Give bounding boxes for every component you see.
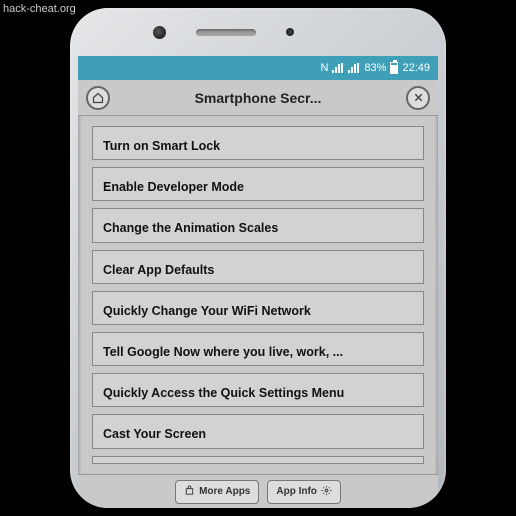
list-item[interactable]: Clear App Defaults xyxy=(92,250,424,284)
app-header: Smartphone Secr... xyxy=(78,80,438,116)
phone-top-hardware xyxy=(70,8,446,56)
gear-icon xyxy=(321,485,332,499)
phone-frame: N 83% 22:49 Smartphone Secr... Turn on S… xyxy=(70,8,446,508)
list-item[interactable]: Change the Animation Scales xyxy=(92,208,424,242)
close-icon xyxy=(413,92,424,103)
page-title: Smartphone Secr... xyxy=(118,90,398,106)
home-icon xyxy=(92,92,104,104)
front-camera xyxy=(153,26,166,39)
app-info-button[interactable]: App Info xyxy=(267,480,341,504)
app-info-label: App Info xyxy=(276,486,317,497)
bottom-toolbar: More Apps App Info xyxy=(78,474,438,508)
list-item[interactable]: Quickly Change Your WiFi Network xyxy=(92,291,424,325)
tips-list[interactable]: Turn on Smart Lock Enable Developer Mode… xyxy=(78,116,438,474)
phone-screen: N 83% 22:49 Smartphone Secr... Turn on S… xyxy=(78,56,438,508)
earpiece-speaker xyxy=(196,29,256,36)
watermark-text: hack-cheat.org xyxy=(3,3,76,15)
list-item[interactable] xyxy=(92,456,424,464)
list-item[interactable]: Turn on Smart Lock xyxy=(92,126,424,160)
list-item[interactable]: Enable Developer Mode xyxy=(92,167,424,201)
signal-icon xyxy=(332,63,344,73)
more-apps-button[interactable]: More Apps xyxy=(175,480,259,504)
signal-icon-2 xyxy=(348,63,360,73)
more-apps-label: More Apps xyxy=(199,486,250,497)
proximity-sensor xyxy=(286,28,294,36)
list-item[interactable]: Tell Google Now where you live, work, ..… xyxy=(92,332,424,366)
battery-icon xyxy=(390,62,398,74)
nfc-icon: N xyxy=(320,63,328,74)
close-button[interactable] xyxy=(406,86,430,110)
home-button[interactable] xyxy=(86,86,110,110)
list-item[interactable]: Cast Your Screen xyxy=(92,414,424,448)
list-item[interactable]: Quickly Access the Quick Settings Menu xyxy=(92,373,424,407)
battery-percentage: 83% xyxy=(364,62,386,74)
android-status-bar: N 83% 22:49 xyxy=(78,56,438,80)
clock-time: 22:49 xyxy=(402,62,430,74)
bag-icon xyxy=(184,485,195,499)
